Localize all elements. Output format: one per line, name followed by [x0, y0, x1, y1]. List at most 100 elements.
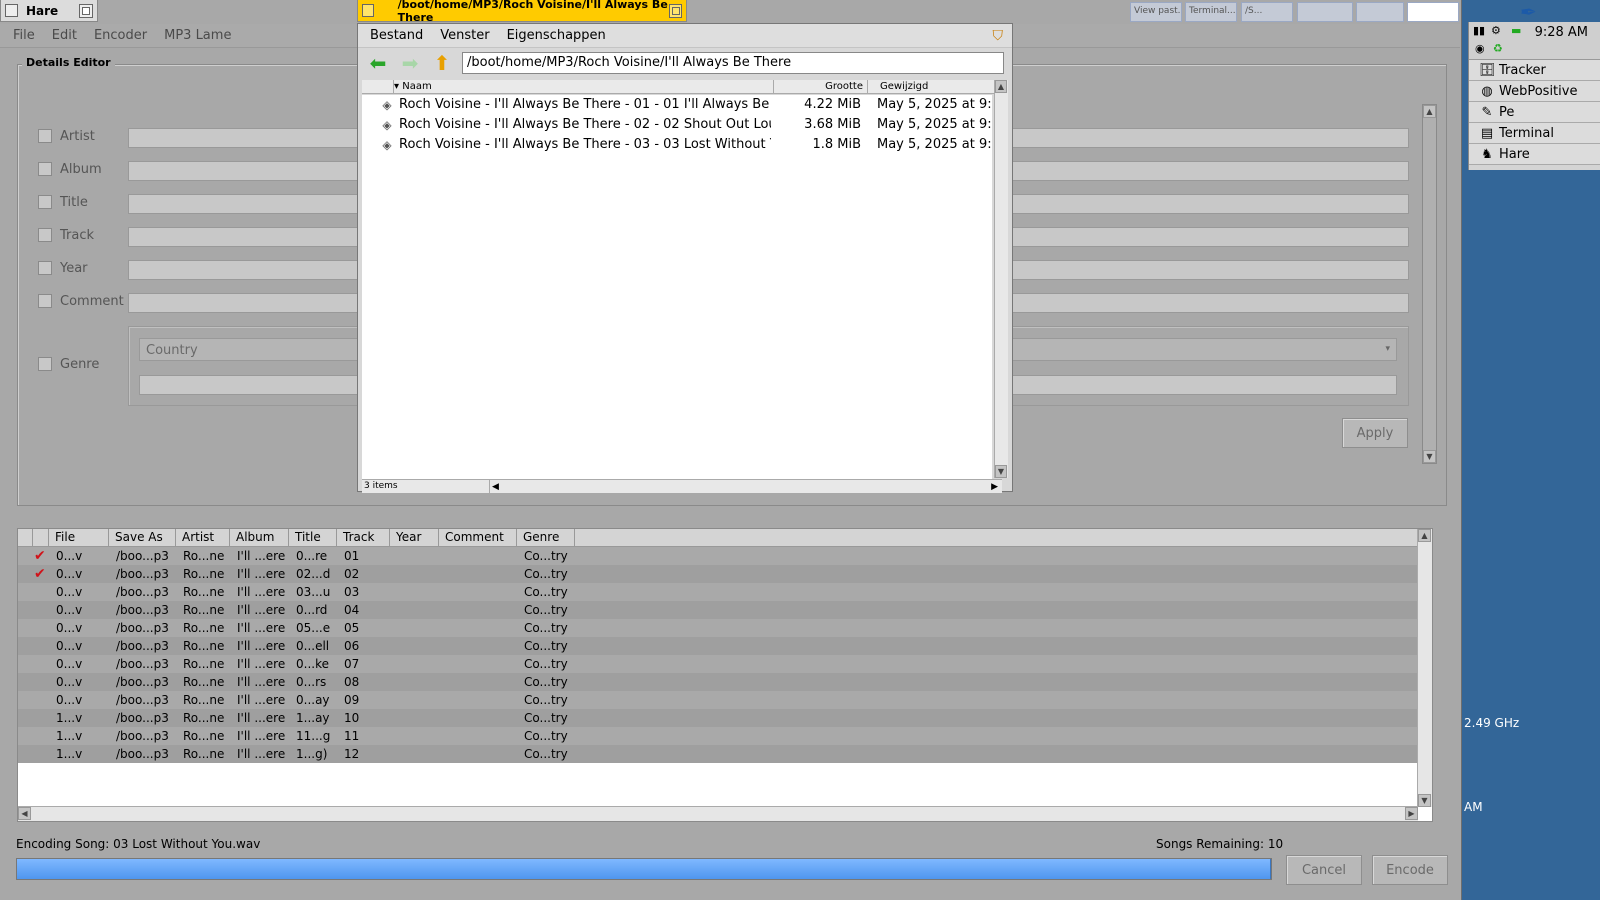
up-arrow-icon[interactable]: ⬆: [430, 53, 454, 73]
comment-checkbox[interactable]: [38, 294, 52, 308]
file-list-vscroll[interactable]: ▲ ▼: [994, 80, 1008, 478]
apply-button[interactable]: Apply: [1342, 418, 1408, 448]
audio-file-icon: ◈: [382, 138, 392, 152]
table-row[interactable]: ✔ 0...v/boo...p3 Ro...ne I'll ...ere 0...re 0…: [18, 547, 1418, 565]
encode-button[interactable]: Encode: [1372, 855, 1448, 885]
cell-album: I'll ...ere: [237, 549, 286, 563]
taskbar-tab-window[interactable]: [1297, 2, 1353, 22]
cell-file: 0...v: [56, 675, 83, 689]
file-list-item[interactable]: ◈ Roch Voisine - I'll Always Be There - 0…: [362, 95, 992, 115]
deskbar-item-tracker[interactable]: 🗄 Tracker: [1469, 60, 1600, 81]
deskbar-item-webpositive[interactable]: ◍ WebPositive: [1469, 81, 1600, 102]
header-comment[interactable]: Comment: [439, 529, 517, 547]
tracker-menu-icon[interactable]: ⛉: [993, 28, 1004, 44]
table-row[interactable]: 1...v/boo...p3 Ro...ne I'll ...ere 1...ay 10…: [18, 709, 1418, 727]
path-input[interactable]: /boot/home/MP3/Roch Voisine/I'll Always …: [462, 52, 1004, 74]
scroll-down-icon[interactable]: ▼: [995, 465, 1007, 478]
scroll-down-icon[interactable]: ▼: [1423, 450, 1436, 463]
table-row[interactable]: ✔ 0...v/boo...p3 Ro...ne I'll ...ere 02...d 0…: [18, 565, 1418, 583]
track-checkbox[interactable]: [38, 228, 52, 242]
header-album[interactable]: Album: [230, 529, 289, 547]
header-track[interactable]: Track: [337, 529, 390, 547]
year-checkbox[interactable]: [38, 261, 52, 275]
cell-save-as: /boo...p3: [116, 621, 169, 635]
file-name: Roch Voisine - I'll Always Be There - 02…: [399, 117, 771, 132]
table-row[interactable]: 0...v/boo...p3 Ro...ne I'll ...ere 0...ke 07…: [18, 655, 1418, 673]
menu-file[interactable]: File: [13, 28, 35, 43]
deskbar-item-terminal[interactable]: ▤ Terminal: [1469, 123, 1600, 144]
back-arrow-icon[interactable]: ⬅: [366, 53, 390, 73]
scroll-up-icon[interactable]: ▲: [1418, 529, 1431, 542]
menu-eigenschappen[interactable]: Eigenschappen: [507, 28, 606, 43]
menu-encoder[interactable]: Encoder: [94, 28, 147, 43]
close-icon[interactable]: [362, 4, 374, 17]
header-genre[interactable]: Genre: [517, 529, 575, 547]
zoom-icon[interactable]: [79, 3, 93, 18]
scroll-right-icon[interactable]: ▶: [991, 482, 998, 492]
menu-bestand[interactable]: Bestand: [370, 28, 423, 43]
file-list-item[interactable]: ◈ Roch Voisine - I'll Always Be There - 0…: [362, 135, 992, 155]
header-artist[interactable]: Artist: [176, 529, 230, 547]
album-checkbox[interactable]: [38, 162, 52, 176]
volume-icon[interactable]: ◉: [1475, 42, 1485, 55]
header-grootte[interactable]: Grootte: [774, 80, 868, 93]
genre-checkbox[interactable]: [38, 357, 52, 371]
table-row[interactable]: 0...v/boo...p3 Ro...ne I'll ...ere 0...ay 09…: [18, 691, 1418, 709]
header-title[interactable]: Title: [289, 529, 337, 547]
table-row[interactable]: 1...v/boo...p3 Ro...ne I'll ...ere 1...g) 12…: [18, 745, 1418, 763]
cpu-monitor-icon[interactable]: ▮▮: [1473, 24, 1485, 37]
taskbar-tab-terminal[interactable]: Terminal...: [1185, 2, 1237, 22]
artist-checkbox[interactable]: [38, 129, 52, 143]
header-gewijzigd[interactable]: Gewijzigd: [868, 80, 988, 93]
cell-track: 07: [344, 657, 360, 671]
scroll-up-icon[interactable]: ▲: [995, 80, 1007, 93]
deskbar-item-hare[interactable]: ♞ Hare: [1469, 144, 1600, 165]
cell-year: [391, 691, 440, 709]
scroll-up-icon[interactable]: ▲: [1423, 105, 1436, 118]
taskbar-tab-view-past[interactable]: View past...: [1130, 2, 1182, 22]
table-row[interactable]: 0...v/boo...p3 Ro...ne I'll ...ere 0...rs 08…: [18, 673, 1418, 691]
scroll-left-icon[interactable]: ◀: [18, 807, 31, 820]
menu-mp3-lame[interactable]: MP3 Lame: [164, 28, 231, 43]
file-list-item[interactable]: ◈ Roch Voisine - I'll Always Be There - 0…: [362, 115, 992, 135]
pen-icon: ✎: [1481, 104, 1493, 120]
update-icon[interactable]: ♻: [1493, 42, 1503, 55]
network-icon[interactable]: ⚙: [1491, 24, 1501, 37]
hare-window-tab[interactable]: Hare: [0, 0, 98, 22]
song-table-hscroll[interactable]: ◀ ▶: [18, 806, 1418, 821]
file-list-hscroll[interactable]: 3 items ◀ ▶: [362, 479, 1002, 493]
zoom-icon[interactable]: [669, 3, 682, 18]
table-row[interactable]: 0...v/boo...p3 Ro...ne I'll ...ere 0...rd 04…: [18, 601, 1418, 619]
clock[interactable]: 9:28 AM: [1535, 25, 1588, 40]
scroll-right-icon[interactable]: ▶: [1405, 807, 1418, 820]
scroll-left-icon[interactable]: ◀: [492, 482, 499, 492]
table-row[interactable]: 0...v/boo...p3 Ro...ne I'll ...ere 03...u 03…: [18, 583, 1418, 601]
cell-save-as: /boo...p3: [116, 603, 169, 617]
scroll-down-icon[interactable]: ▼: [1418, 794, 1431, 807]
table-row[interactable]: 0...v/boo...p3 Ro...ne I'll ...ere 0...ell 0…: [18, 637, 1418, 655]
cancel-button[interactable]: Cancel: [1286, 855, 1362, 885]
cell-file: 0...v: [56, 639, 83, 653]
header-file[interactable]: File: [49, 529, 109, 547]
details-scrollbar[interactable]: ▲ ▼: [1422, 104, 1437, 464]
deskbar-item-pe[interactable]: ✎ Pe: [1469, 102, 1600, 123]
tracker-window-tab[interactable]: /boot/home/MP3/Roch Voisine/I'll Always …: [357, 0, 687, 24]
header-year[interactable]: Year: [390, 529, 439, 547]
window-title: Hare: [26, 3, 59, 18]
menu-edit[interactable]: Edit: [52, 28, 77, 43]
taskbar-tab-window-3[interactable]: [1407, 2, 1459, 22]
header-naam[interactable]: ▾ Naam: [394, 80, 774, 93]
taskbar-tab-slash[interactable]: /S...: [1241, 2, 1293, 22]
haiku-leaf-icon[interactable]: ✒: [1520, 0, 1537, 24]
table-row[interactable]: 0...v/boo...p3 Ro...ne I'll ...ere 05...e 05…: [18, 619, 1418, 637]
song-table-vscroll[interactable]: ▲ ▼: [1417, 529, 1432, 807]
title-checkbox[interactable]: [38, 195, 52, 209]
header-save-as[interactable]: Save As: [109, 529, 176, 547]
taskbar-tab-window-2[interactable]: [1356, 2, 1404, 22]
notification-icon[interactable]: ▬: [1511, 24, 1521, 37]
cell-artist: Ro...ne: [183, 747, 225, 761]
close-icon[interactable]: [5, 4, 18, 17]
table-row[interactable]: 1...v/boo...p3 Ro...ne I'll ...ere 11...g 11…: [18, 727, 1418, 745]
forward-arrow-icon[interactable]: ➡: [398, 53, 422, 73]
menu-venster[interactable]: Venster: [440, 28, 489, 43]
